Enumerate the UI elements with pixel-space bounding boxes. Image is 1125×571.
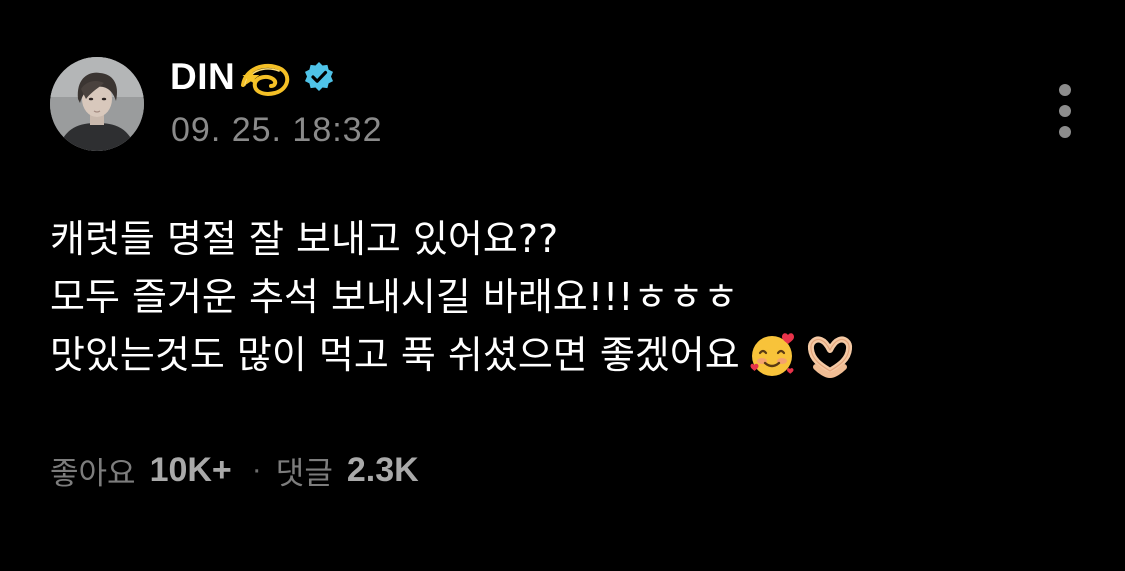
post-stats: 좋아요 10K+ · 댓글 2.3K xyxy=(50,447,419,493)
stats-separator: · xyxy=(251,453,262,486)
post-line-text: 모두 즐거운 추석 보내시길 바래요!!!ㅎㅎㅎ xyxy=(50,275,739,319)
heart-hands-icon xyxy=(806,331,854,379)
more-options-button[interactable] xyxy=(1046,80,1084,142)
post-line-text: 맛있는것도 많이 먹고 푹 쉬셨으면 좋겠어요 xyxy=(50,333,740,377)
post-timestamp: 09. 25. 18:32 xyxy=(171,111,383,149)
comments-stat[interactable]: 댓글 2.3K xyxy=(276,448,419,493)
post-card: DIN 09. 25. 18:32 캐럿들 명절 잘 보내고 있어요?? 모두 xyxy=(0,0,1125,571)
more-vertical-icon xyxy=(1059,84,1071,96)
post-line: 맛있는것도 많이 먹고 푹 쉬셨으면 좋겠어요 xyxy=(50,326,1090,384)
post-line: 모두 즐거운 추석 보내시길 바래요!!!ㅎㅎㅎ xyxy=(50,268,1090,326)
more-vertical-icon-dot xyxy=(1059,126,1071,138)
likes-count: 10K+ xyxy=(149,450,232,489)
more-vertical-icon-dot xyxy=(1059,105,1071,117)
author-row: DIN xyxy=(170,52,335,102)
comments-label: 댓글 xyxy=(275,455,333,492)
post-line-text: 캐럿들 명절 잘 보내고 있어요?? xyxy=(50,217,559,261)
comments-count: 2.3K xyxy=(346,450,419,489)
dizzy-icon xyxy=(239,55,293,99)
avatar[interactable] xyxy=(50,57,144,151)
post-body: 캐럿들 명절 잘 보내고 있어요?? 모두 즐거운 추석 보내시길 바래요!!!… xyxy=(50,210,1090,384)
verified-badge-icon xyxy=(303,61,335,93)
author-name[interactable]: DIN xyxy=(170,56,235,98)
post-line: 캐럿들 명절 잘 보내고 있어요?? xyxy=(50,210,1090,268)
likes-stat[interactable]: 좋아요 10K+ xyxy=(50,448,232,493)
smiling-face-with-hearts-icon xyxy=(748,331,796,379)
avatar-photo xyxy=(50,57,144,151)
likes-label: 좋아요 xyxy=(50,455,136,492)
